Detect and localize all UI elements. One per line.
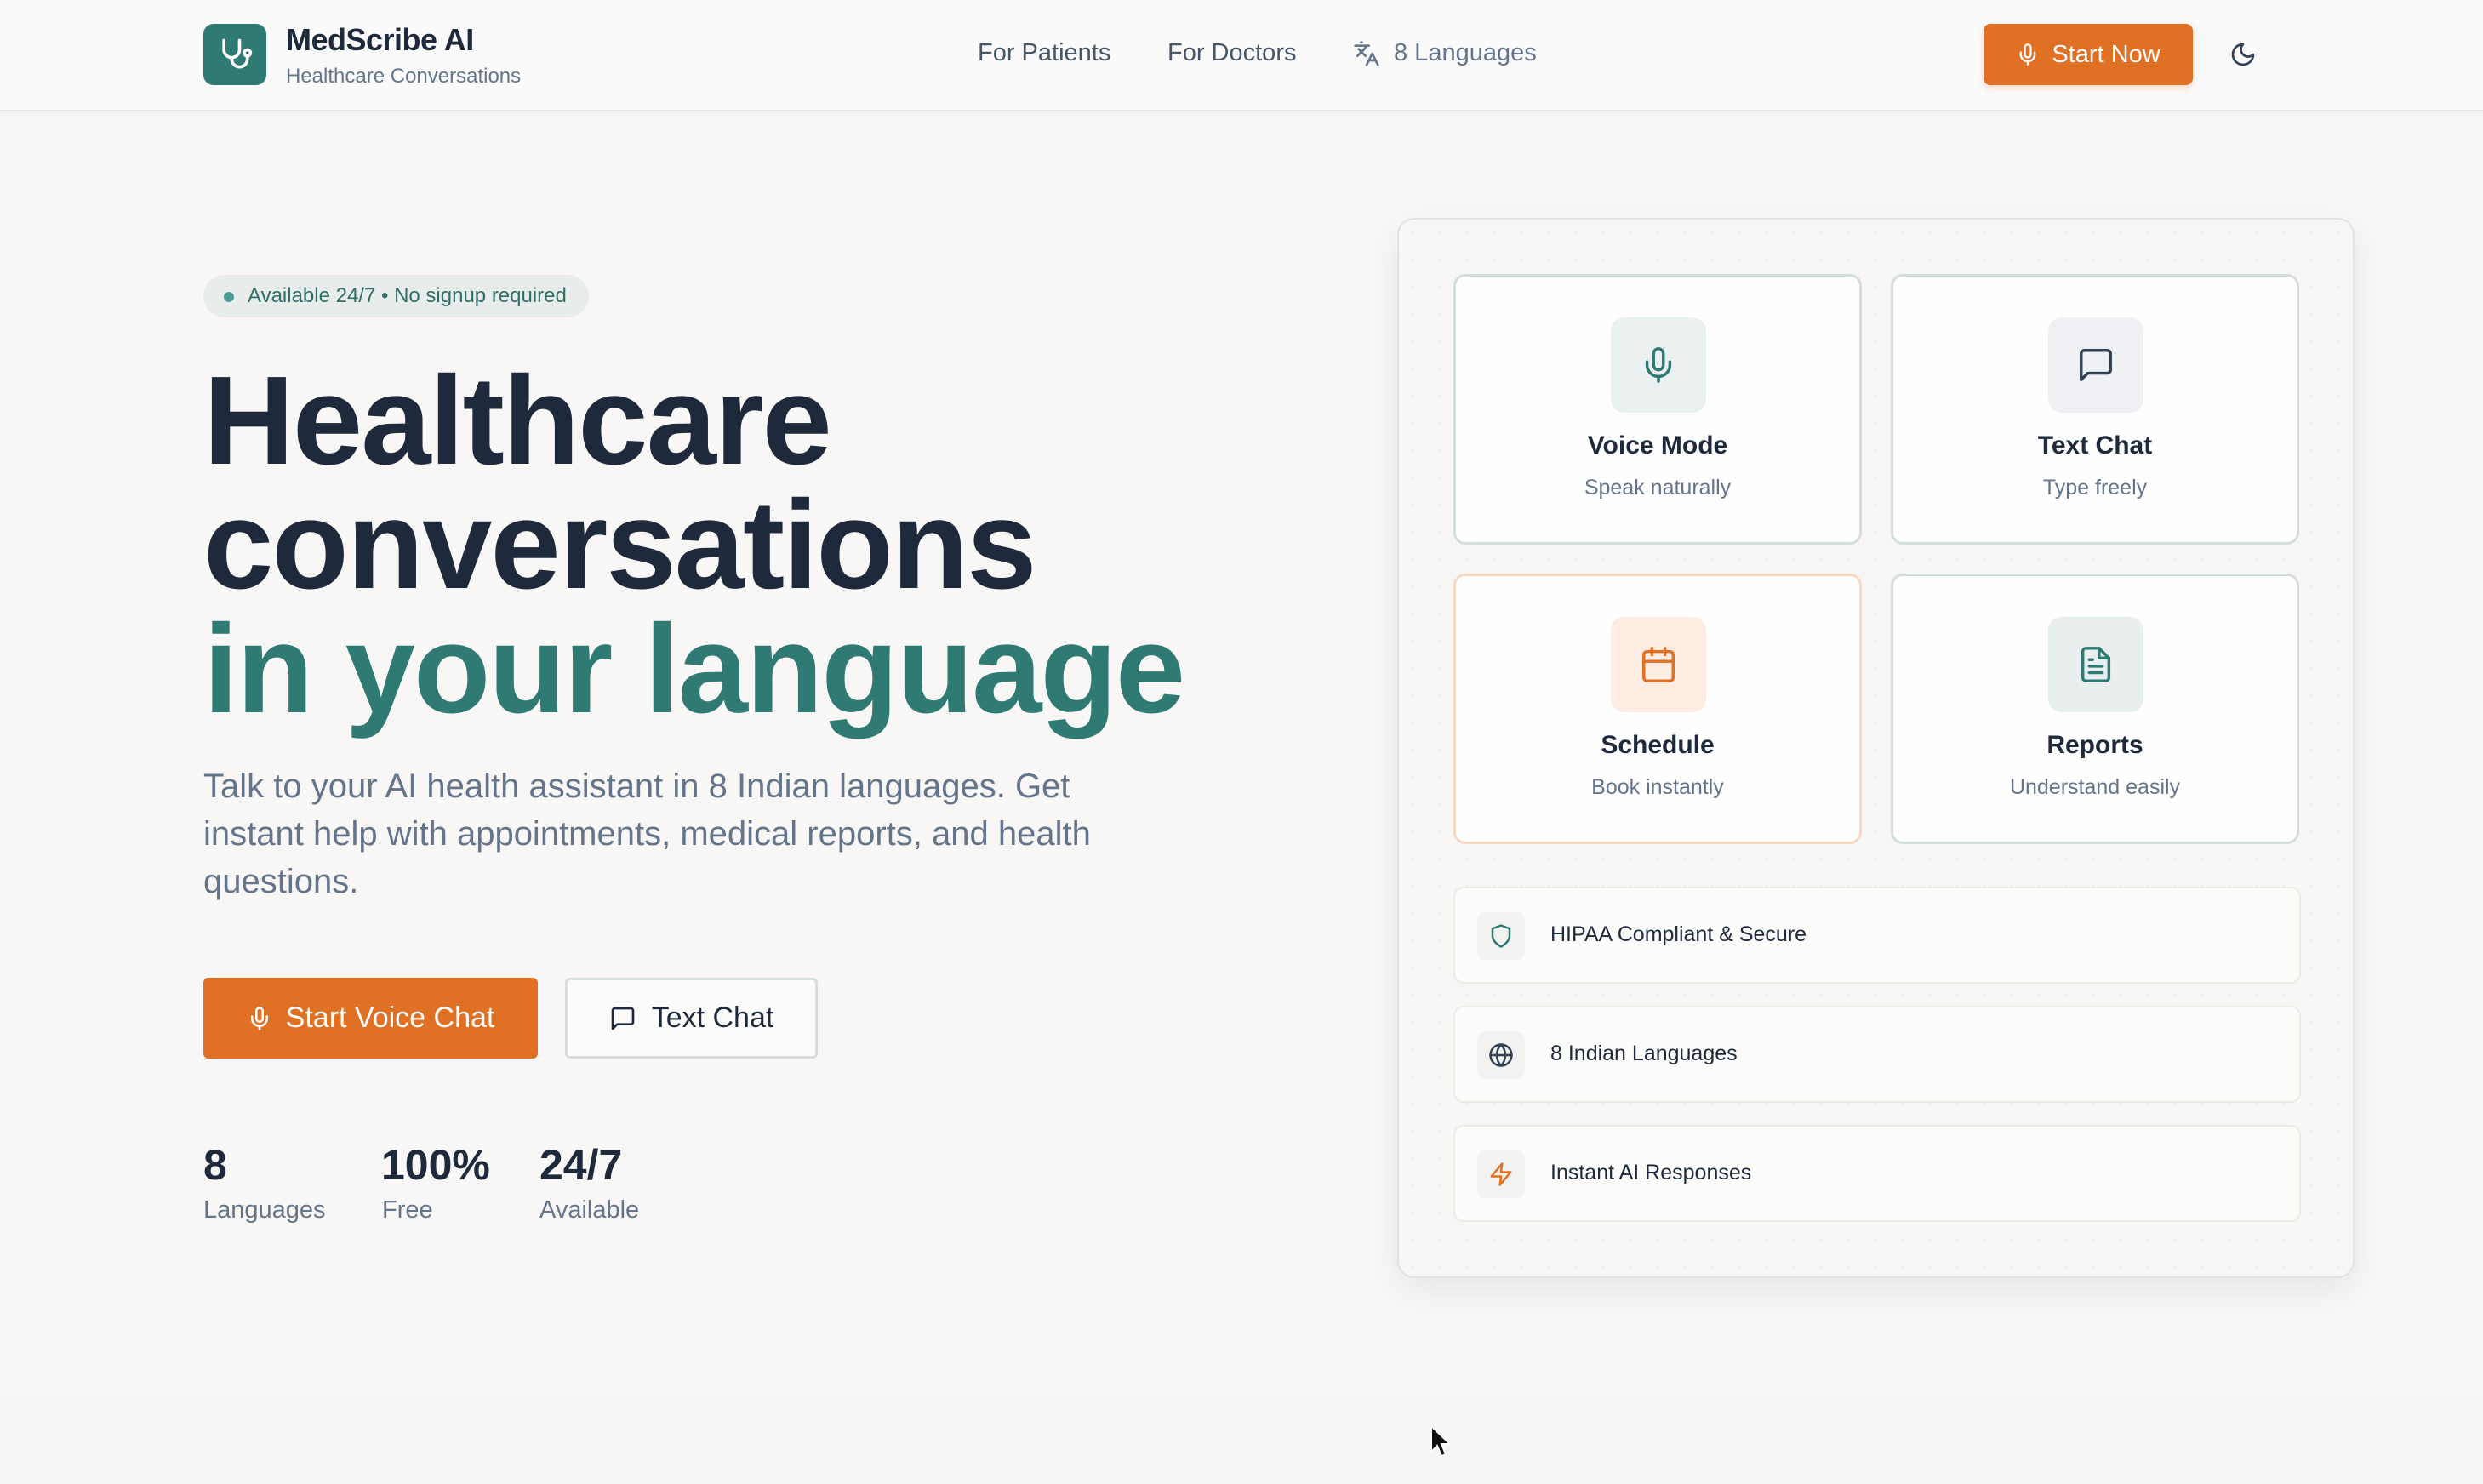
- card-schedule[interactable]: Schedule Book instantly: [1453, 574, 1862, 844]
- hero-title-line-2: conversations: [203, 475, 1036, 615]
- card-subtitle: Speak naturally: [1584, 476, 1732, 499]
- feature-label: 8 Indian Languages: [1550, 1042, 1738, 1065]
- feature-instant-ai: Instant AI Responses: [1453, 1125, 2301, 1222]
- start-now-button[interactable]: Start Now: [1984, 24, 2193, 85]
- nav-languages-label: 8 Languages: [1394, 39, 1537, 66]
- mic-icon: [2016, 43, 2040, 66]
- stethoscope-logo-icon[interactable]: [203, 24, 266, 85]
- status-dot: [224, 292, 234, 302]
- message-square-icon: [2048, 317, 2143, 413]
- stat-value-languages: 8: [203, 1141, 227, 1189]
- availability-badge: Available 24/7 • No signup required: [203, 275, 589, 317]
- text-chat-button[interactable]: Text Chat: [565, 978, 818, 1059]
- mic-icon: [1611, 317, 1706, 413]
- card-reports[interactable]: Reports Understand easily: [1891, 574, 2299, 844]
- text-chat-label: Text Chat: [651, 1002, 774, 1034]
- card-subtitle: Type freely: [2042, 476, 2148, 499]
- message-square-icon: [609, 1005, 636, 1032]
- start-voice-chat-button[interactable]: Start Voice Chat: [203, 978, 538, 1059]
- card-voice-mode[interactable]: Voice Mode Speak naturally: [1453, 274, 1862, 545]
- card-text-chat[interactable]: Text Chat Type freely: [1891, 274, 2299, 545]
- feature-languages: 8 Indian Languages: [1453, 1006, 2301, 1103]
- theme-toggle[interactable]: [2226, 37, 2260, 71]
- stat-label-free: Free: [382, 1196, 433, 1224]
- site-header: MedScribe AI Healthcare Conversations Fo…: [0, 0, 2483, 111]
- translate-icon: [1353, 40, 1380, 67]
- availability-badge-text: Available 24/7 • No signup required: [248, 284, 567, 307]
- feature-label: HIPAA Compliant & Secure: [1550, 922, 1807, 946]
- start-now-label: Start Now: [2052, 40, 2160, 68]
- feature-label: Instant AI Responses: [1550, 1161, 1752, 1184]
- calendar-icon: [1611, 617, 1706, 712]
- hero-title-line-1: Healthcare: [203, 351, 832, 491]
- next-section-edge: [0, 1396, 2483, 1484]
- nav-for-patients[interactable]: For Patients: [978, 39, 1110, 67]
- stat-value-free: 100%: [381, 1141, 490, 1189]
- nav-for-doctors[interactable]: For Doctors: [1167, 39, 1296, 67]
- card-title: Voice Mode: [1587, 431, 1728, 459]
- stat-label-available: Available: [539, 1196, 640, 1224]
- card-title: Text Chat: [2037, 431, 2153, 459]
- brand-tagline: Healthcare Conversations: [286, 65, 522, 88]
- file-text-icon: [2048, 617, 2143, 712]
- globe-icon: [1477, 1031, 1525, 1079]
- hero-title-line-3: in your language: [203, 599, 1185, 739]
- nav-languages[interactable]: 8 Languages: [1353, 39, 1537, 67]
- shield-icon: [1477, 912, 1525, 960]
- card-title: Reports: [2046, 731, 2143, 759]
- zap-icon: [1477, 1150, 1525, 1198]
- stat-value-available: 24/7: [539, 1141, 623, 1189]
- start-voice-chat-label: Start Voice Chat: [285, 1002, 495, 1034]
- card-subtitle: Understand easily: [2009, 775, 2181, 799]
- feature-hipaa: HIPAA Compliant & Secure: [1453, 887, 2301, 984]
- moon-icon: [2229, 41, 2257, 68]
- card-title: Schedule: [1601, 731, 1715, 759]
- stat-label-languages: Languages: [203, 1196, 326, 1224]
- mouse-cursor-icon: [1430, 1424, 1453, 1463]
- card-subtitle: Book instantly: [1591, 775, 1724, 799]
- mic-icon: [247, 1006, 272, 1031]
- hero-description: Talk to your AI health assistant in 8 In…: [203, 768, 1091, 900]
- brand-name[interactable]: MedScribe AI: [286, 22, 474, 58]
